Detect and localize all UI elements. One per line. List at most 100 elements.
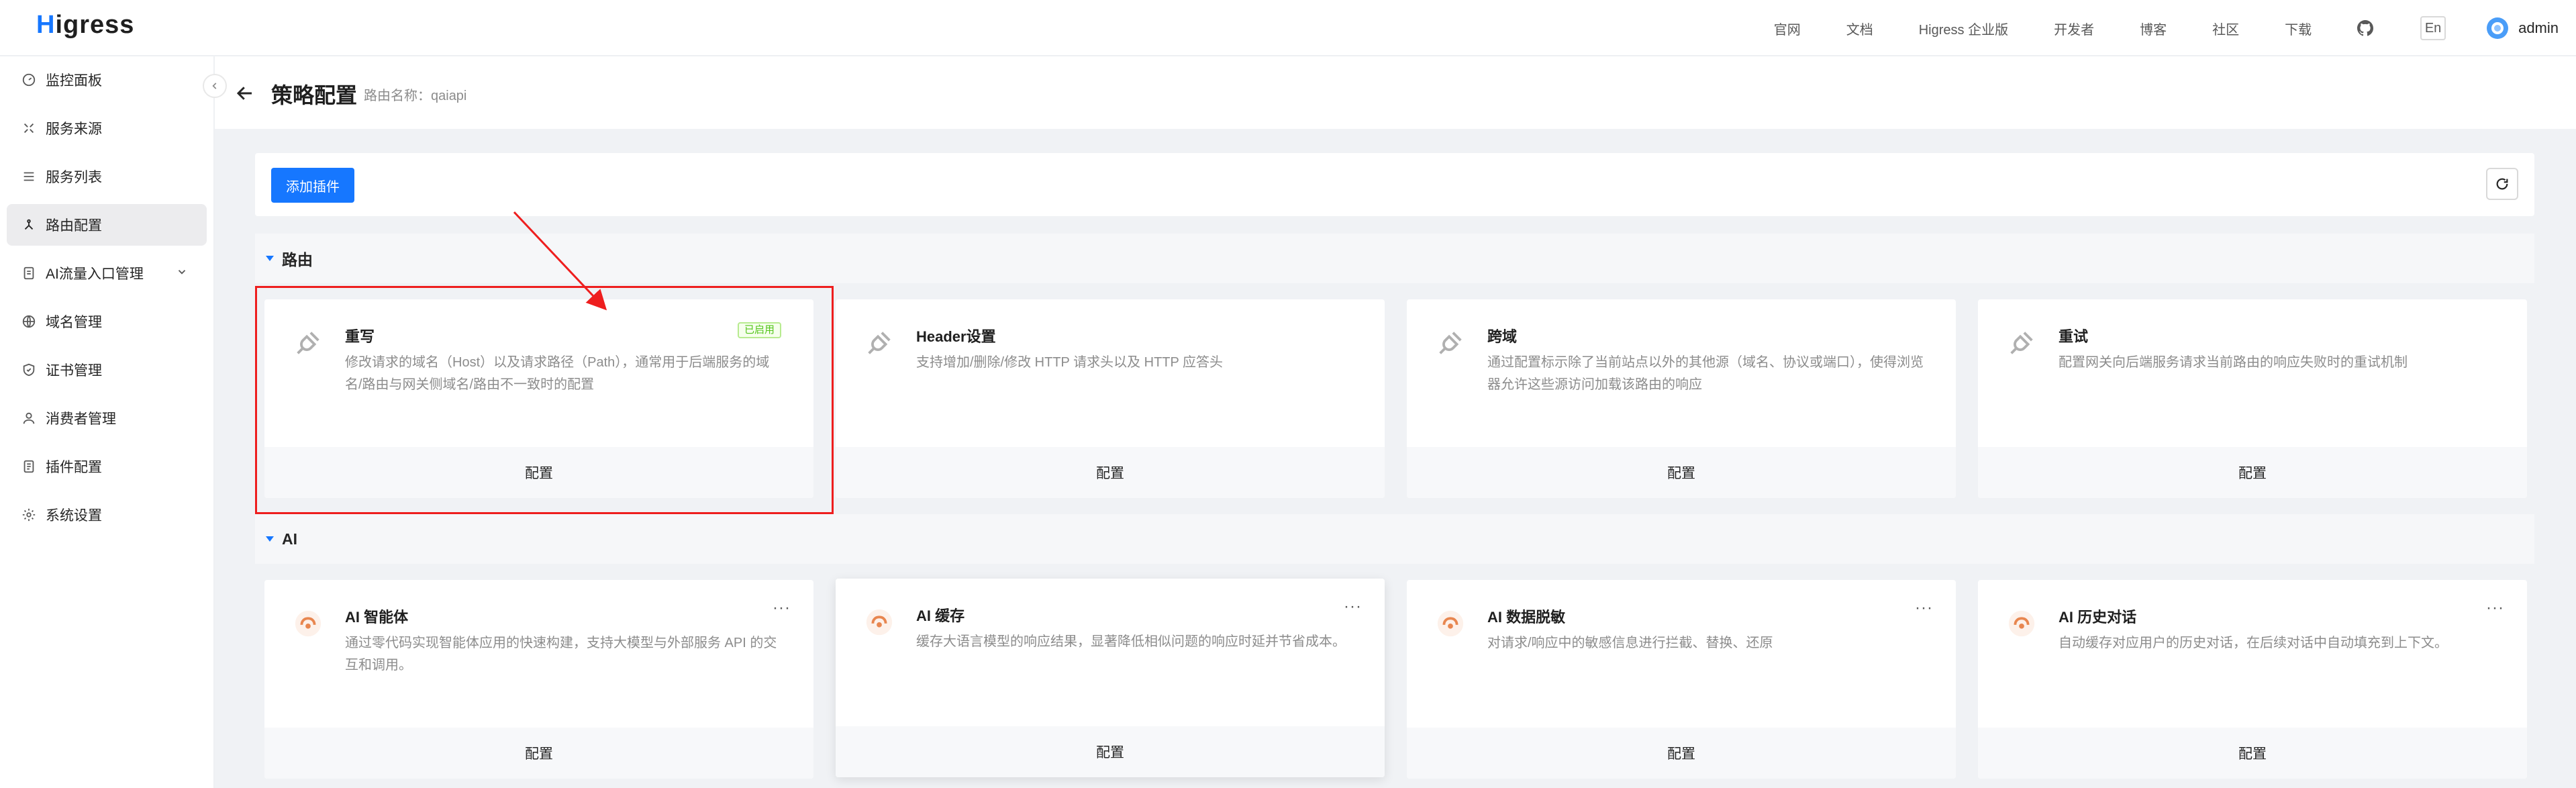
configure-button[interactable]: 配置 <box>836 447 1385 498</box>
sidebar-item-label: 域名管理 <box>46 315 102 330</box>
annotation-highlight-box <box>255 286 834 514</box>
more-actions-icon[interactable]: ··· <box>1344 597 1362 616</box>
sidebar-item-service-list[interactable]: 服务列表 <box>7 156 207 197</box>
card-description: 通过配置标示除了当前站点以外的其他源（域名、协议或端口），使得浏览器允许这些源访… <box>1487 355 1924 392</box>
configure-button[interactable]: 配置 <box>1978 728 2527 779</box>
add-plugin-button[interactable]: 添加插件 <box>271 168 354 203</box>
nav-link-official-site[interactable]: 官网 <box>1774 19 1801 38</box>
refresh-icon <box>2496 178 2508 190</box>
section-header-ai[interactable]: AI <box>255 514 2534 564</box>
shield-icon <box>23 363 35 377</box>
card-description: 通过零代码实现智能体应用的快速构建，支持大模型与外部服务 API 的交互和调用。 <box>345 636 777 673</box>
sidebar-item-label: 系统设置 <box>46 508 102 524</box>
plugin-card-ai-agent: AI 智能体 ··· 通过零代码实现智能体应用的快速构建，支持大模型与外部服务 … <box>264 580 813 779</box>
chevron-down-icon <box>178 270 186 275</box>
toolbar: 添加插件 <box>255 153 2534 216</box>
sidebar-item-label: 服务列表 <box>46 170 102 185</box>
higress-logo[interactable]: Higress <box>36 11 134 40</box>
sidebar-collapse-button[interactable] <box>203 74 227 98</box>
route-icon <box>24 219 34 230</box>
plugin-icon <box>23 460 34 473</box>
plug-icon <box>868 332 891 354</box>
card-title: Header设置 <box>916 328 996 345</box>
plug-icon <box>2010 332 2033 354</box>
card-title: 跨域 <box>1487 328 1518 345</box>
sidebar-item-dashboard[interactable]: 监控面板 <box>7 59 207 101</box>
card-description: 缓存大语言模型的响应结果，显著降低相似问题的响应时延并节省成本。 <box>916 634 1346 649</box>
configure-button[interactable]: 配置 <box>1407 728 1956 779</box>
settings-icon <box>22 508 36 522</box>
sidebar-item-ai-gateway[interactable]: AI流量入口管理 <box>7 252 207 294</box>
more-actions-icon[interactable]: ··· <box>773 599 791 618</box>
username: admin <box>2518 19 2559 36</box>
list-icon <box>23 172 34 181</box>
page-header: 策略配置 路由名称：qaiapi <box>215 56 2576 129</box>
card-title: AI 缓存 <box>916 607 965 624</box>
sidebar-item-settings[interactable]: 系统设置 <box>7 494 207 536</box>
card-description: 对请求/响应中的敏感信息进行拦截、替换、还原 <box>1487 636 1773 650</box>
caret-down-icon <box>266 256 274 261</box>
avatar <box>2487 17 2509 39</box>
sidebar-item-service-source[interactable]: 服务来源 <box>7 107 207 149</box>
plug-icon <box>1439 332 1462 354</box>
globe-icon <box>22 315 36 328</box>
nav-link-docs[interactable]: 文档 <box>1846 19 1873 38</box>
nav-link-developers[interactable]: 开发者 <box>2054 19 2094 38</box>
sidebar-item-consumer[interactable]: 消费者管理 <box>7 397 207 439</box>
service-source-icon <box>23 123 34 134</box>
page-title: 策略配置 <box>271 83 358 107</box>
ai-plugin-icon <box>2008 610 2035 637</box>
plugin-card-retry: 重试 配置网关向后端服务请求当前路由的响应失败时的重试机制 配置 <box>1978 299 2527 498</box>
top-header: Higress 官网 文档 Higress 企业版 开发者 博客 社区 下载 E… <box>0 0 2576 56</box>
back-arrow-icon[interactable] <box>235 83 255 103</box>
plugin-card-header-setting: Header设置 支持增加/删除/修改 HTTP 请求头以及 HTTP 应答头 … <box>836 299 1385 498</box>
top-nav: 官网 文档 Higress 企业版 开发者 博客 社区 下载 En admin <box>1774 0 2576 56</box>
configure-button[interactable]: 配置 <box>836 726 1385 777</box>
plugin-card-cors: 跨域 通过配置标示除了当前站点以外的其他源（域名、协议或端口），使得浏览器允许这… <box>1407 299 1956 498</box>
sidebar-item-label: 消费者管理 <box>46 411 116 427</box>
card-title: AI 数据脱敏 <box>1487 609 1566 626</box>
more-actions-icon[interactable]: ··· <box>1915 599 1933 618</box>
card-description: 支持增加/删除/修改 HTTP 请求头以及 HTTP 应答头 <box>916 355 1224 370</box>
sidebar-item-domain[interactable]: 域名管理 <box>7 301 207 342</box>
sidebar-item-label: 路由配置 <box>46 218 102 234</box>
route-name-label: 路由名称：qaiapi <box>364 89 467 103</box>
card-title: AI 历史对话 <box>2059 609 2137 626</box>
ai-plugin-icon <box>295 610 321 637</box>
sidebar-item-label: 插件配置 <box>46 460 102 475</box>
sidebar-item-label: 监控面板 <box>46 73 102 89</box>
sidebar-item-plugin[interactable]: 插件配置 <box>7 446 207 487</box>
sidebar-item-certificate[interactable]: 证书管理 <box>7 349 207 391</box>
user-menu[interactable]: admin <box>2486 17 2559 40</box>
github-icon[interactable] <box>2357 20 2374 36</box>
card-description: 自动缓存对应用户的历史对话，在后续对话中自动填充到上下文。 <box>2059 636 2448 650</box>
sidebar: 监控面板 服务来源 服务列表 路由配置 AI流量入口管理 域名管理 证书管理 消… <box>0 56 215 788</box>
refresh-button[interactable] <box>2486 168 2518 200</box>
ai-plugin-icon <box>1437 610 1464 637</box>
more-actions-icon[interactable]: ··· <box>2486 599 2504 618</box>
section-header-route[interactable]: 路由 <box>255 234 2534 283</box>
sidebar-item-label: 证书管理 <box>46 363 102 379</box>
card-description: 配置网关向后端服务请求当前路由的响应失败时的重试机制 <box>2059 355 2408 370</box>
language-switch-button[interactable]: En <box>2420 16 2446 40</box>
nav-link-enterprise[interactable]: Higress 企业版 <box>1919 19 2008 38</box>
ai-gateway-icon <box>23 266 34 280</box>
configure-button[interactable]: 配置 <box>1407 447 1956 498</box>
configure-button[interactable]: 配置 <box>264 728 813 779</box>
caret-down-icon <box>266 536 274 542</box>
section-title: AI <box>282 530 297 548</box>
configure-button[interactable]: 配置 <box>1978 447 2527 498</box>
chevron-left-icon <box>212 83 217 89</box>
dashboard-icon <box>22 73 36 87</box>
plugin-card-ai-history: AI 历史对话 ··· 自动缓存对应用户的历史对话，在后续对话中自动填充到上下文… <box>1978 580 2527 779</box>
nav-link-blog[interactable]: 博客 <box>2140 19 2167 38</box>
user-icon <box>23 412 35 424</box>
nav-link-download[interactable]: 下载 <box>2285 19 2312 38</box>
sidebar-item-route-config[interactable]: 路由配置 <box>7 204 207 246</box>
card-title: AI 智能体 <box>345 609 409 626</box>
plugin-card-ai-data-masking: AI 数据脱敏 ··· 对请求/响应中的敏感信息进行拦截、替换、还原 配置 <box>1407 580 1956 779</box>
card-title: 重试 <box>2059 328 2089 345</box>
plugin-card-ai-cache: AI 缓存 ··· 缓存大语言模型的响应结果，显著降低相似问题的响应时延并节省成… <box>836 579 1385 777</box>
sidebar-item-label: 服务来源 <box>46 121 102 137</box>
nav-link-community[interactable]: 社区 <box>2212 19 2239 38</box>
